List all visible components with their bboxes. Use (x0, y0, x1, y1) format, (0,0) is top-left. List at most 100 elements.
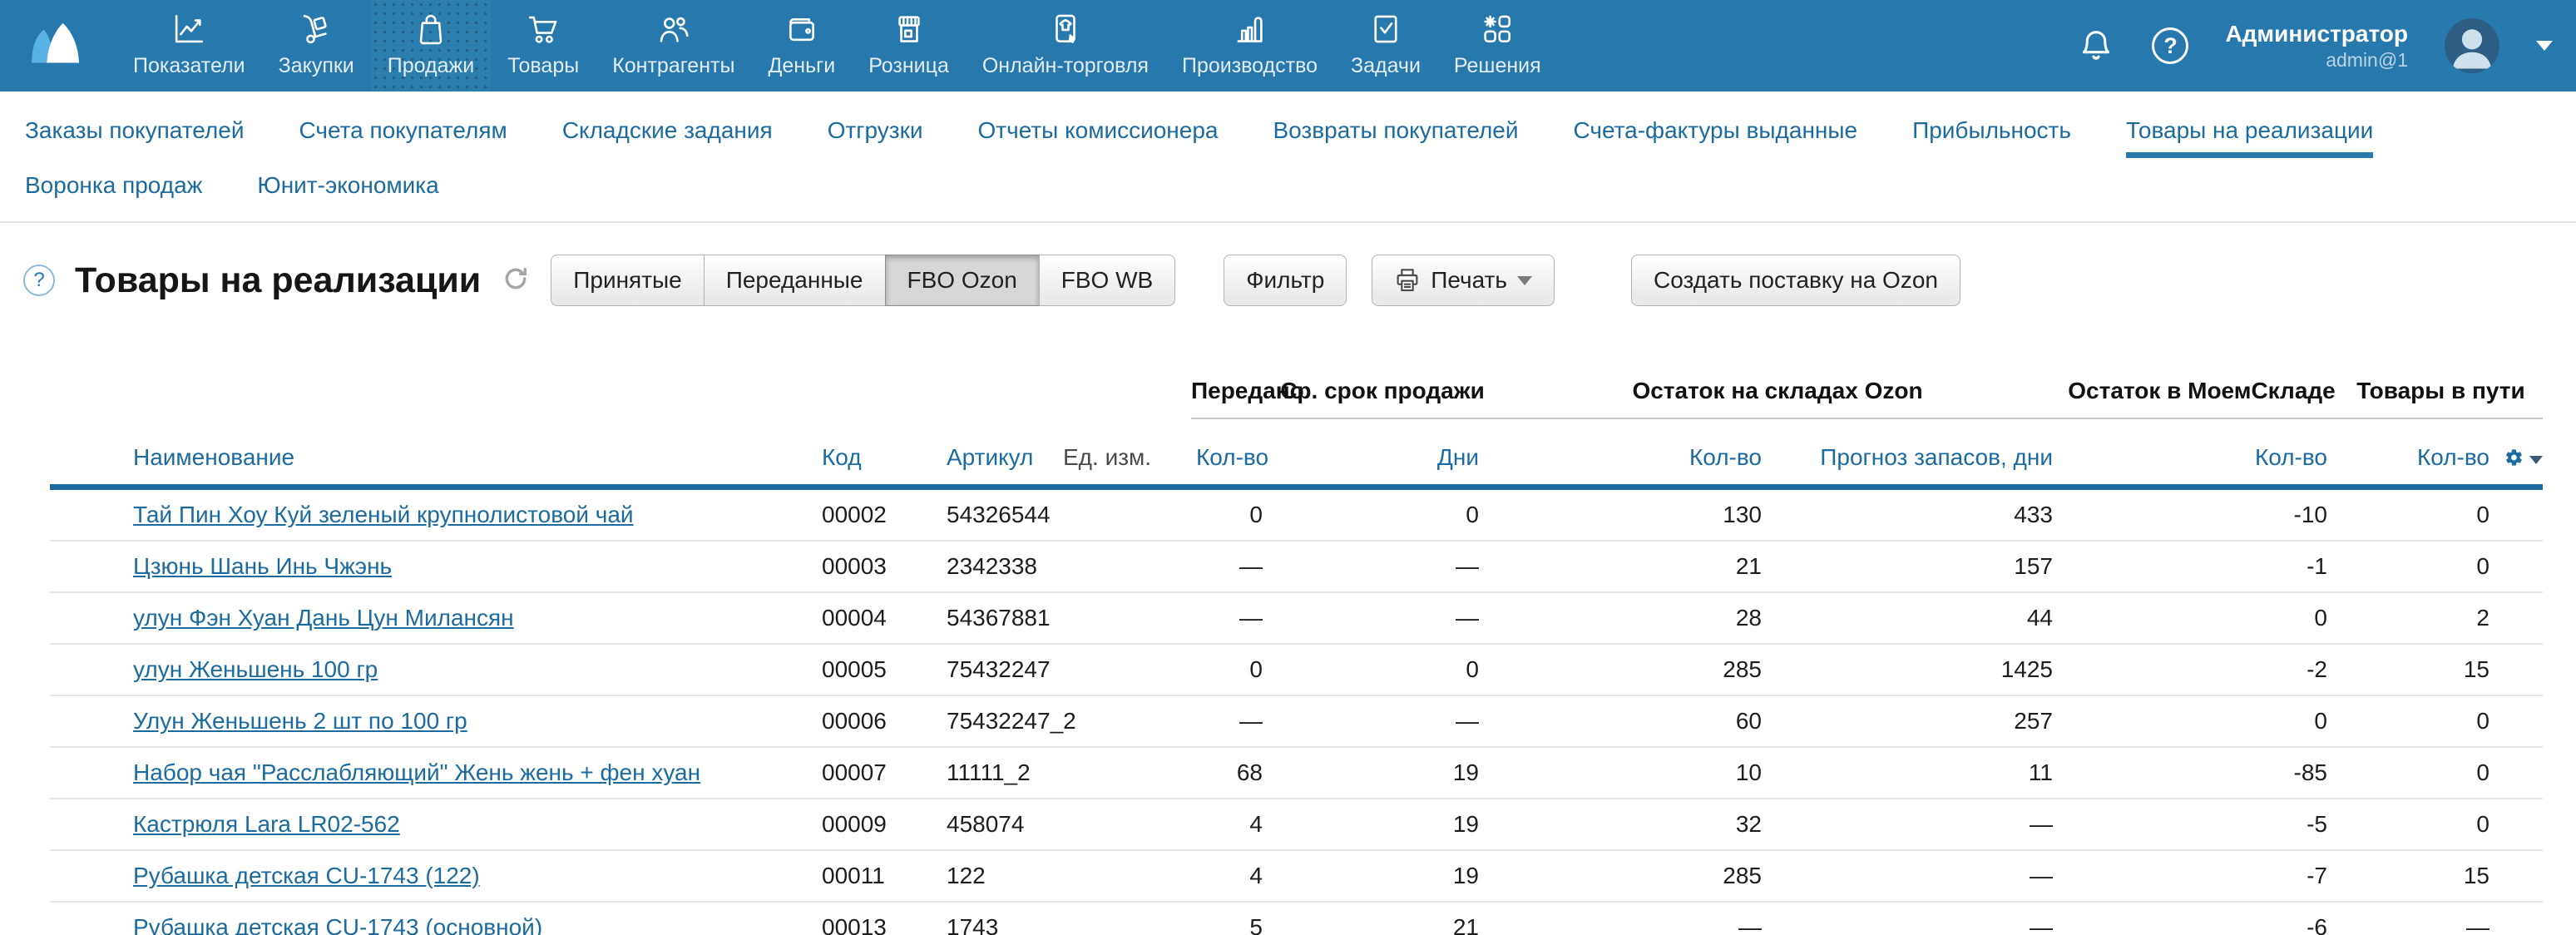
cell-in_transit: 0 (2339, 811, 2501, 838)
nav-item-purchases-dolly[interactable]: Закупки (262, 0, 371, 92)
help-icon[interactable]: ? (2152, 27, 2188, 64)
column-header-in_transit[interactable]: Кол-во (2339, 419, 2501, 484)
column-settings-button[interactable] (2501, 419, 2543, 484)
cell-in_transit: 15 (2339, 656, 2501, 683)
nav-item-label: Решения (1454, 54, 1541, 78)
column-header-article[interactable]: Артикул (942, 419, 1058, 484)
subnav-tab[interactable]: Прибыльность (1912, 103, 2071, 158)
product-link[interactable]: Кастрюля Lara LR02-562 (133, 811, 400, 837)
cell-avg_days: 19 (1274, 811, 1491, 838)
subnav-tab[interactable]: Складские задания (562, 103, 773, 158)
table-row[interactable]: Набор чая "Расслабляющий" Жень жень + фе… (50, 748, 2543, 799)
nav-item-indicators-chart[interactable]: Показатели (116, 0, 262, 92)
sales-subnav: Заказы покупателей Счета покупателям Склад… (0, 92, 2576, 223)
column-header-forecast_days[interactable]: Прогноз запасов, дни (1773, 419, 2064, 484)
column-header-code[interactable]: Код (817, 419, 942, 484)
print-caret-icon (1517, 276, 1532, 285)
subnav-tab[interactable]: Отчеты комиссионера (978, 103, 1219, 158)
nav-item-money-wallet[interactable]: Деньги (751, 0, 852, 92)
product-link[interactable]: улун Женьшень 100 гр (133, 656, 378, 682)
table-row[interactable]: Улун Женьшень 2 шт по 100 гр000067543224… (50, 696, 2543, 748)
cell-avg_days: 19 (1274, 863, 1491, 889)
segment-button[interactable]: FBO WB (1039, 255, 1175, 306)
column-header-unit: Ед. изм. (1058, 419, 1191, 484)
table-row[interactable]: Тай Пин Хоу Куй зеленый крупнолистовой ч… (50, 490, 2543, 542)
cell-name: Рубашка детская CU-1743 (основной) (50, 914, 817, 935)
product-link[interactable]: Рубашка детская CU-1743 (122) (133, 863, 480, 888)
nav-item-online-trade[interactable]: Онлайн-торговля (966, 0, 1165, 92)
nav-item-tasks-check[interactable]: Задачи (1334, 0, 1437, 92)
create-ozon-supply-label: Создать поставку на Ozon (1654, 267, 1938, 294)
cell-in_transit: 2 (2339, 605, 2501, 631)
table-row[interactable]: Кастрюля Lara LR02-5620000945807441932—-… (50, 799, 2543, 851)
cell-name: улун Фэн Хуан Дань Цун Милансян (50, 605, 817, 631)
product-link[interactable]: Цзюнь Шань Инь Чжэнь (133, 553, 392, 579)
nav-item-label: Показатели (133, 54, 245, 78)
production-factory-icon (1230, 12, 1268, 47)
nav-item-counterparties-people[interactable]: Контрагенты (596, 0, 751, 92)
nav-item-solutions-apps[interactable]: Решения (1437, 0, 1558, 92)
nav-item-retail-store[interactable]: Розница (852, 0, 966, 92)
page-help-icon[interactable]: ? (23, 265, 55, 296)
subnav-tab[interactable]: Заказы покупателей (25, 103, 244, 158)
cell-ozon_qty: 10 (1491, 759, 1773, 786)
moysklad-logo-icon[interactable] (22, 22, 88, 70)
nav-item-production-factory[interactable]: Производство (1165, 0, 1334, 92)
group-header: Остаток в МоемСкладе (2064, 331, 2339, 419)
cell-forecast_days: — (1773, 914, 2064, 935)
table-row[interactable]: улун Женьшень 100 гр00005754322470028514… (50, 645, 2543, 696)
table-row[interactable]: Рубашка детская CU-1743 (основной)000131… (50, 903, 2543, 935)
cell-article: 458074 (942, 811, 1058, 838)
filter-button[interactable]: Фильтр (1224, 255, 1347, 306)
user-login: admin@1 (2225, 49, 2408, 72)
cell-ms_qty: -7 (2064, 863, 2339, 889)
subnav-tab[interactable]: Воронка продаж (25, 158, 202, 213)
nav-item-goods-cart[interactable]: Товары (491, 0, 596, 92)
product-link[interactable]: Улун Женьшень 2 шт по 100 гр (133, 708, 467, 734)
nav-item-sales-bag[interactable]: Продажи (371, 0, 491, 92)
product-link[interactable]: Рубашка детская CU-1743 (основной) (133, 914, 542, 935)
print-button[interactable]: Печать (1372, 255, 1555, 306)
column-header-ms_qty[interactable]: Кол-во (2064, 419, 2339, 484)
column-header-ozon_qty[interactable]: Кол-во (1491, 419, 1773, 484)
segment-button[interactable]: FBO Ozon (885, 255, 1040, 306)
segment-button[interactable]: Принятые (551, 255, 704, 306)
cell-code: 00009 (817, 811, 942, 838)
table-row[interactable]: Цзюнь Шань Инь Чжэнь000032342338——21157-… (50, 542, 2543, 593)
subnav-tab[interactable]: Возвраты покупателей (1273, 103, 1518, 158)
notifications-bell-icon[interactable] (2077, 27, 2115, 65)
subnav-tab[interactable]: Юнит-экономика (257, 158, 438, 213)
column-header-transferred[interactable]: Кол-во (1191, 419, 1274, 484)
cell-article: 11111_2 (942, 759, 1058, 786)
user-avatar[interactable] (2445, 18, 2499, 73)
group-header: Передано (1191, 331, 1274, 419)
cell-transferred: 4 (1191, 863, 1274, 889)
solutions-apps-icon (1478, 12, 1516, 47)
page-toolbar: ? Товары на реализации ПринятыеПереданны… (0, 223, 2576, 331)
cell-forecast_days: 257 (1773, 708, 2064, 735)
user-menu[interactable]: Администратор admin@1 (2225, 21, 2408, 72)
table-row[interactable]: Рубашка детская CU-1743 (122)00011122419… (50, 851, 2543, 903)
cell-name: улун Женьшень 100 гр (50, 656, 817, 683)
nav-item-label: Закупки (279, 54, 354, 78)
column-header-name[interactable]: Наименование (50, 419, 817, 484)
product-link[interactable]: улун Фэн Хуан Дань Цун Милансян (133, 605, 514, 631)
purchases-dolly-icon (297, 12, 335, 47)
group-header: Остаток на складах Ozon (1491, 331, 2064, 419)
subnav-tab[interactable]: Счета-фактуры выданные (1574, 103, 1858, 158)
product-link[interactable]: Тай Пин Хоу Куй зеленый крупнолистовой ч… (133, 502, 634, 527)
settings-caret-icon (2529, 456, 2543, 464)
column-header-avg_days[interactable]: Дни (1274, 419, 1491, 484)
create-ozon-supply-button[interactable]: Создать поставку на Ozon (1631, 255, 1960, 306)
cell-forecast_days: 1425 (1773, 656, 2064, 683)
product-link[interactable]: Набор чая "Расслабляющий" Жень жень + фе… (133, 759, 700, 785)
user-menu-caret-icon[interactable] (2536, 41, 2553, 51)
table-row[interactable]: улун Фэн Хуан Дань Цун Милансян000045436… (50, 593, 2543, 645)
cell-in_transit: 15 (2339, 863, 2501, 889)
segment-button[interactable]: Переданные (704, 255, 886, 306)
refresh-icon[interactable] (502, 265, 529, 296)
nav-item-label: Задачи (1351, 54, 1421, 78)
subnav-tab[interactable]: Отгрузки (828, 103, 923, 158)
subnav-tab[interactable]: Счета покупателям (299, 103, 507, 158)
subnav-tab[interactable]: Товары на реализации (2126, 103, 2373, 158)
